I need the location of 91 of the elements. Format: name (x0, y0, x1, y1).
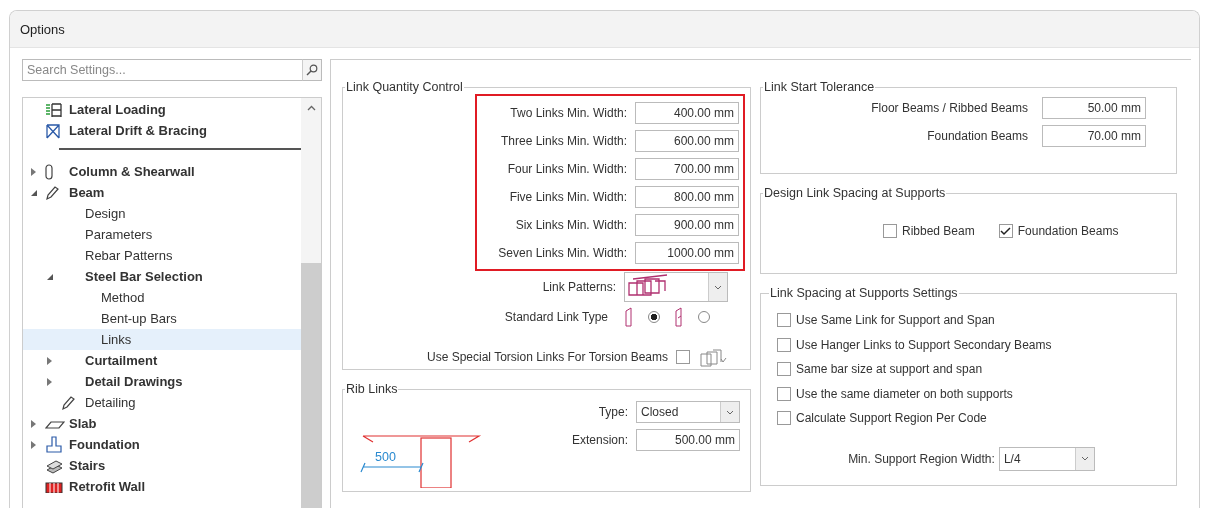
column-icon (45, 163, 53, 180)
field-label: Four Links Min. Width: (507, 162, 627, 176)
field-label: Link Patterns: (542, 280, 616, 294)
scroll-up-icon[interactable] (306, 105, 316, 111)
checkbox-label: Calculate Support Region Per Code (796, 411, 987, 426)
tree-item[interactable]: Bent-up Bars (23, 308, 301, 329)
collapse-arrow-icon[interactable] (31, 189, 37, 196)
chevron-down-icon (714, 284, 722, 290)
checkbox[interactable] (777, 362, 791, 377)
tree-item[interactable]: Links (23, 329, 301, 350)
checkbox-label: Use Same Link for Support and Span (796, 313, 995, 328)
field-label: Seven Links Min. Width: (498, 246, 627, 260)
field-label: Five Links Min. Width: (509, 190, 627, 204)
checkbox-label: Same bar size at support and span (796, 362, 983, 377)
field-label: Foundation Beams (927, 129, 1028, 143)
field-label: Six Links Min. Width: (515, 218, 627, 232)
expand-arrow-icon[interactable] (47, 377, 52, 386)
min-width-dropdown[interactable]: L/4 (998, 446, 1095, 471)
window-title: Options (20, 21, 65, 37)
tree-item[interactable]: Slab (23, 413, 301, 434)
checkbox[interactable] (777, 386, 791, 401)
type-dropdown[interactable]: Closed (636, 401, 740, 423)
tree-item[interactable]: Lateral Loading (23, 99, 301, 120)
expand-arrow-icon[interactable] (47, 356, 52, 365)
tree-item[interactable]: Detail Drawings (23, 371, 301, 392)
input-field[interactable]: 70.00 mm (1042, 125, 1146, 147)
checkbox[interactable] (777, 411, 791, 426)
link-pattern-dropdown[interactable] (624, 272, 728, 302)
field-label: Standard Link Type (504, 310, 608, 324)
input-field[interactable]: 1000.00 mm (635, 242, 739, 264)
beam-icon (61, 394, 75, 411)
checkbox-label: Use Special Torsion Links For Torsion Beams (427, 350, 668, 364)
input-field[interactable]: 500.00 mm (636, 429, 740, 451)
checkbox[interactable] (998, 224, 1013, 238)
beam-icon (45, 184, 59, 201)
tree-item[interactable]: Foundation (23, 434, 301, 455)
field-label: Min. Support Region Width: (848, 451, 995, 466)
scrollbar[interactable] (301, 98, 321, 508)
input-field[interactable]: 600.00 mm (635, 130, 739, 152)
field-label: Extension: (571, 433, 628, 447)
search-field[interactable]: Search Settings... (22, 59, 302, 81)
tree-item[interactable]: Rebar Patterns (23, 245, 301, 266)
footing-icon (45, 435, 63, 454)
field-label: Type: (598, 405, 628, 419)
group-title: Design Link Spacing at Supports (763, 186, 947, 200)
group-title: Rib Links (345, 382, 399, 396)
checkbox[interactable] (676, 350, 690, 364)
checkbox-label: Ribbed Beam (902, 224, 975, 238)
chevron-down-icon (726, 409, 734, 415)
expand-arrow-icon[interactable] (31, 440, 36, 449)
checkbox-label: Use the same diameter on both supports (796, 386, 1013, 401)
tree-item[interactable]: Design (23, 203, 301, 224)
open-link-icon (674, 307, 684, 327)
collapse-arrow-icon[interactable] (47, 273, 53, 280)
checkbox-label: Use Hanger Links to Support Secondary Beams (796, 337, 1052, 352)
group-title: Link Start Tolerance (763, 80, 876, 94)
input-field[interactable]: 400.00 mm (635, 102, 739, 124)
checkbox[interactable] (777, 337, 791, 352)
checkbox[interactable] (883, 224, 897, 238)
field-label: Two Links Min. Width: (510, 106, 627, 120)
tree-item[interactable]: Detailing (23, 392, 301, 413)
checkbox-label: Foundation Beams (1017, 224, 1119, 238)
group-title: Link Quantity Control (345, 80, 464, 94)
chevron-down-icon (1080, 456, 1089, 461)
tree-item[interactable]: Retrofit Wall (23, 476, 301, 497)
tree-item[interactable]: Steel Bar Selection (23, 266, 301, 287)
search-icon[interactable] (302, 59, 322, 81)
tree-item[interactable]: Method (23, 287, 301, 308)
ladder-icon (45, 101, 63, 118)
checkbox[interactable] (777, 313, 791, 328)
tree-item[interactable]: Parameters (23, 224, 301, 245)
field-label: Three Links Min. Width: (500, 134, 627, 148)
group-title: Link Spacing at Supports Settings (769, 286, 959, 300)
input-field[interactable]: 900.00 mm (635, 214, 739, 236)
radio-button[interactable] (648, 311, 660, 323)
expand-arrow-icon[interactable] (31, 167, 36, 176)
tree-item[interactable]: Lateral Drift & Bracing (23, 120, 301, 141)
tree-item[interactable]: Stairs (23, 455, 301, 476)
dimension-label: 500 (375, 450, 396, 464)
closed-link-icon (624, 307, 634, 327)
input-field[interactable]: 50.00 mm (1042, 97, 1146, 119)
input-field[interactable]: 800.00 mm (635, 186, 739, 208)
tree-item[interactable]: Beam (23, 182, 301, 203)
tree-item[interactable]: Column & Shearwall (23, 161, 301, 182)
input-field[interactable]: 700.00 mm (635, 158, 739, 180)
tree-item[interactable]: Curtailment (23, 350, 301, 371)
braced-frame-icon (45, 122, 61, 139)
field-label: Floor Beams / Ribbed Beams (871, 101, 1028, 115)
wall-icon (45, 480, 63, 493)
torsion-link-dropdown[interactable] (698, 346, 728, 368)
expand-arrow-icon[interactable] (31, 419, 36, 428)
